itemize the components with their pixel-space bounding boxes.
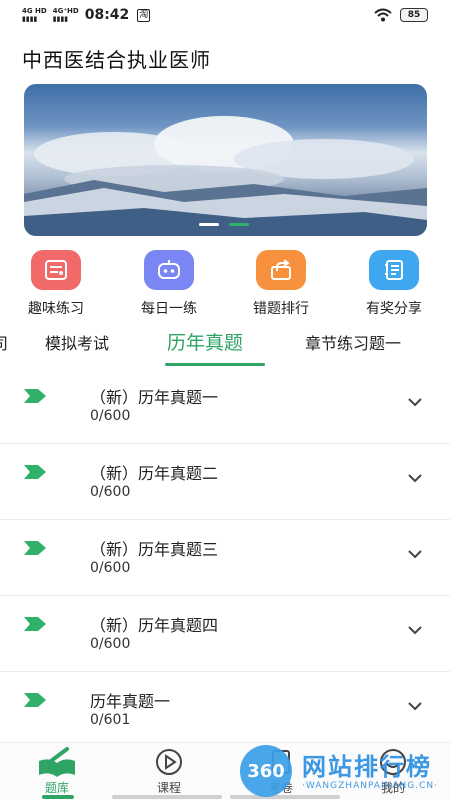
list-item[interactable]: 历年真题一 0/601 [0,672,450,748]
quick-action-daily-practice[interactable]: 每日一练 [124,250,214,318]
green-flag-icon [24,465,46,479]
paper-title: （新）历年真题二 [90,464,219,483]
battery-icon: 85 [400,8,428,22]
paper-progress: 0/600 [90,408,131,424]
chevron-down-icon[interactable] [406,472,424,484]
watermark-subtext: ·WANGZHANPAIHANG.CN· [302,781,438,791]
paper-progress: 0/600 [90,484,131,500]
tab-chapter-practice[interactable]: 章节练习题一 [305,330,401,354]
quick-action-wrong-ranking[interactable]: 错题排行 [236,250,326,318]
tab-past-papers[interactable]: 历年真题 [167,328,243,355]
quick-action-label: 有奖分享 [366,301,422,317]
green-flag-icon [24,617,46,631]
nav-active-bar [42,795,74,799]
nav-label: 课程 [156,781,181,795]
list-item[interactable]: （新）历年真题四 0/600 [0,596,450,672]
chevron-down-icon[interactable] [406,396,424,408]
nav-item-question-bank[interactable]: 题库 [22,747,92,796]
chevron-down-icon[interactable] [406,700,424,712]
green-flag-icon [24,541,46,555]
watermark-badge: 360 [240,745,292,797]
quick-action-label: 趣味练习 [28,301,84,317]
carousel-dot[interactable] [199,223,219,226]
nav-item-courses[interactable]: 课程 [134,747,204,796]
site-watermark: 360 网站排行榜 ·WANGZHANPAIHANG.CN· [240,745,450,800]
robot-face-icon [144,250,194,290]
banner-carousel[interactable] [24,84,427,236]
share-box-icon [256,250,306,290]
carousel-dot-active[interactable] [229,223,249,226]
signal-2-indicator: 4G⁺HD ▮▮▮▮ [52,7,79,23]
chevron-down-icon[interactable] [406,624,424,636]
tab-partial-left[interactable]: 司 [0,330,8,354]
page-title: 中西医结合执业医师 [22,48,211,72]
paper-title: 历年真题一 [90,692,171,711]
status-time: 08:42 [84,7,130,23]
paper-title: （新）历年真题四 [90,616,219,635]
active-tab-indicator [165,363,265,366]
banner-image [24,116,427,236]
paper-progress: 0/600 [90,560,131,576]
green-flag-icon [24,693,46,707]
nav-label: 题库 [44,781,69,795]
wifi-icon [374,8,392,22]
notebook-icon [369,250,419,290]
category-tabs: 司 模拟考试 历年真题 章节练习题一 [0,322,450,366]
quiz-sheet-icon [31,250,81,290]
book-pen-icon [39,747,75,777]
play-circle-icon [156,749,182,775]
quick-action-label: 每日一练 [141,301,197,317]
paper-progress: 0/600 [90,636,131,652]
watermark-text: 网站排行榜 [302,753,432,781]
paper-list: （新）历年真题一 0/600 （新）历年真题二 0/600 （新）历年真题三 0… [0,368,450,748]
green-flag-icon [24,389,46,403]
quick-action-label: 错题排行 [253,301,309,317]
paper-title: （新）历年真题三 [90,540,219,559]
paper-title: （新）历年真题一 [90,388,219,407]
nav-divider-bar [112,795,222,799]
list-item[interactable]: （新）历年真题一 0/600 [0,368,450,444]
signal-1-indicator: 4G HD ▮▮▮▮ [22,7,47,23]
quick-action-reward-share[interactable]: 有奖分享 [349,250,439,318]
status-bar: 4G HD ▮▮▮▮ 4G⁺HD ▮▮▮▮ 08:42 淘 85 [0,0,450,30]
tab-mock-exam[interactable]: 模拟考试 [45,330,109,354]
list-item[interactable]: （新）历年真题三 0/600 [0,520,450,596]
list-item[interactable]: （新）历年真题二 0/600 [0,444,450,520]
quick-action-fun-practice[interactable]: 趣味练习 [11,250,101,318]
paper-progress: 0/601 [90,712,131,728]
taobao-notification-icon: 淘 [137,8,151,22]
chevron-down-icon[interactable] [406,548,424,560]
